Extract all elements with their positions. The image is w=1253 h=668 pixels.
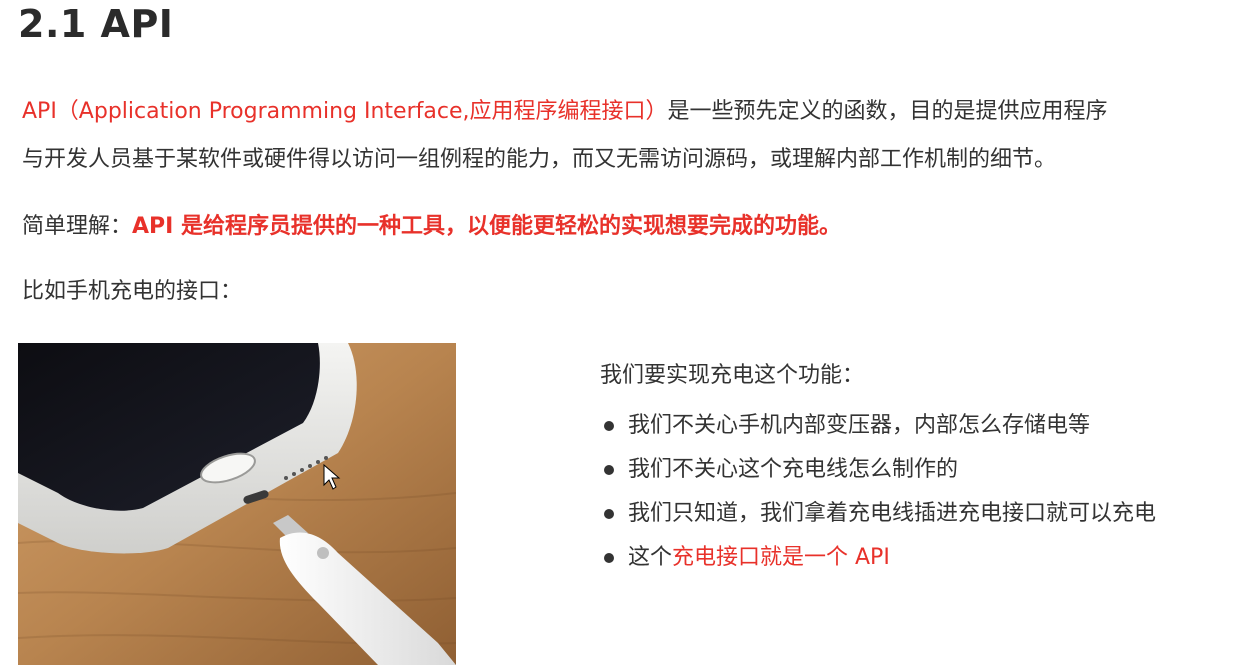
list-item-text: 我们不关心这个充电线怎么制作的 xyxy=(628,457,959,482)
list-item: 这个 充电接口就是一个 API xyxy=(600,536,1156,580)
list-item: 我们只知道，我们拿着充电线插进充电接口就可以充电 xyxy=(600,492,1156,536)
list-item-text-prefix: 这个 xyxy=(628,545,673,570)
list-item-text: 我们不关心手机内部变压器，内部怎么存储电等 xyxy=(628,413,1091,438)
api-definition-text: 是一些预先定义的函数，目的是提供应用程序 xyxy=(667,99,1108,124)
simple-understanding-emphasis: API 是给程序员提供的一种工具，以便能更轻松的实现想要完成的功能。 xyxy=(132,214,842,239)
phone-charging-photo xyxy=(18,343,456,665)
bullet-icon xyxy=(604,553,614,563)
bullet-icon xyxy=(604,509,614,519)
simple-understanding-label: 简单理解： xyxy=(22,214,133,239)
api-definition-paragraph: API（Application Programming Interface,应用… xyxy=(22,88,1247,184)
api-definition-text-line2: 与开发人员基于某软件或硬件得以访问一组例程的能力，而又无需访问源码，或理解内部工… xyxy=(22,147,1057,172)
simple-understanding: 简单理解：API 是给程序员提供的一种工具，以便能更轻松的实现想要完成的功能。 xyxy=(22,208,841,240)
api-definition-highlight: API（Application Programming Interface,应用… xyxy=(22,99,668,124)
list-heading: 我们要实现充电这个功能： xyxy=(600,363,865,388)
list-item-text: 我们只知道，我们拿着充电线插进充电接口就可以充电 xyxy=(628,501,1157,526)
bullet-icon xyxy=(604,421,614,431)
list-item: 我们不关心这个充电线怎么制作的 xyxy=(600,448,1156,492)
example-intro: 比如手机充电的接口： xyxy=(22,279,243,304)
page-title: 2.1 API xyxy=(18,2,174,46)
charging-function-list: 我们要实现充电这个功能： 我们不关心手机内部变压器，内部怎么存储电等 我们不关心… xyxy=(600,358,1156,580)
list-item: 我们不关心手机内部变压器，内部怎么存储电等 xyxy=(600,404,1156,448)
list-item-text-highlight: 充电接口就是一个 API xyxy=(672,545,890,570)
bullet-icon xyxy=(604,465,614,475)
